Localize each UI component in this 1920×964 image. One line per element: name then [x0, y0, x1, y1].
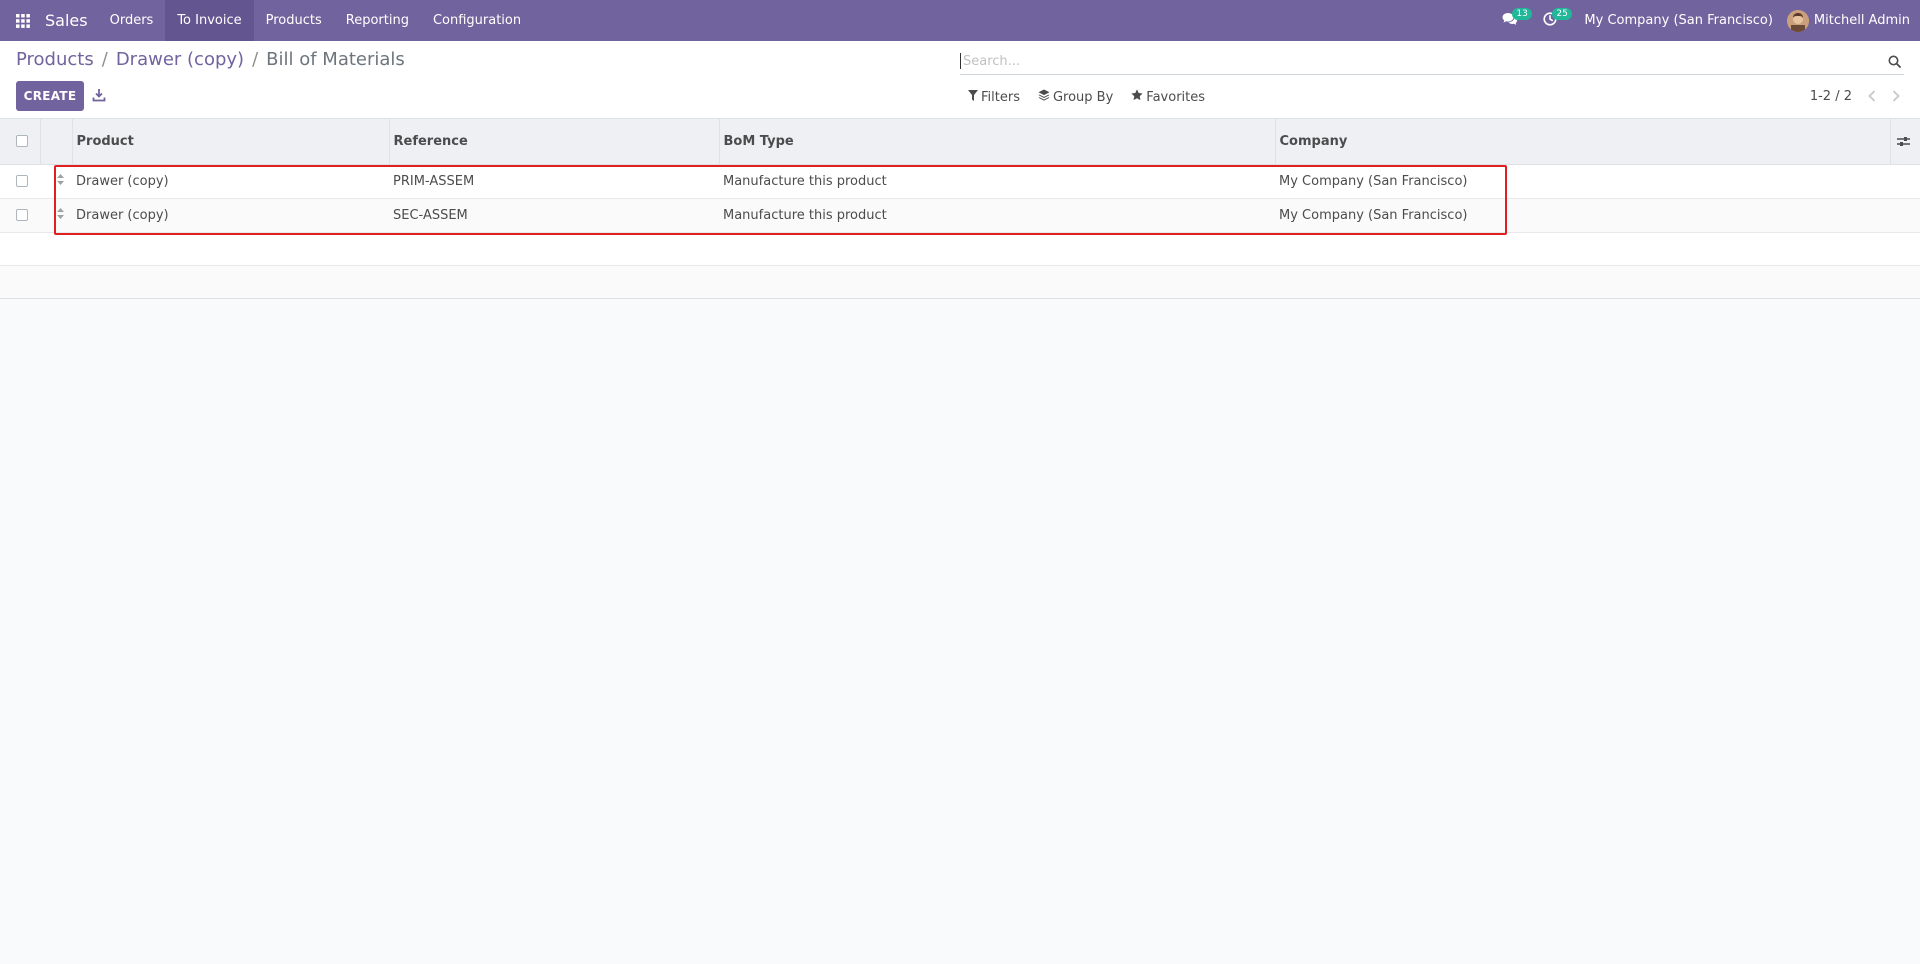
optional-columns-cell — [1890, 119, 1920, 165]
select-all-checkbox[interactable] — [16, 135, 28, 148]
table-row[interactable]: Drawer (copy) PRIM-ASSEM Manufacture thi… — [0, 164, 1920, 198]
top-navbar: Sales Orders To Invoice Products Reporti… — [0, 0, 1920, 41]
company-switcher[interactable]: My Company (San Francisco) — [1584, 13, 1772, 28]
row-end-cell — [1890, 198, 1920, 232]
bom-list-view: Product Reference BoM Type Company Drawe… — [0, 119, 1920, 299]
navbar-systray: 13 25 My Company (San Francisco) Mitchel… — [1490, 0, 1920, 41]
menu-products[interactable]: Products — [254, 0, 334, 41]
create-button[interactable]: CREATE — [16, 81, 84, 111]
breadcrumb-drawer-copy[interactable]: Drawer (copy) — [116, 49, 244, 70]
drag-handle-icon[interactable] — [57, 173, 64, 189]
control-panel: Products / Drawer (copy) / Bill of Mater… — [0, 41, 1920, 119]
pager-previous-icon[interactable] — [1864, 87, 1880, 105]
breadcrumb-products[interactable]: Products — [16, 49, 94, 70]
cell-reference[interactable]: PRIM-ASSEM — [389, 164, 719, 198]
pager-value[interactable]: 1-2 / 2 — [1810, 89, 1852, 104]
menu-to-invoice[interactable]: To Invoice — [165, 0, 254, 41]
layers-icon — [1038, 89, 1053, 105]
avatar — [1786, 9, 1809, 32]
cell-product[interactable]: Drawer (copy) — [72, 198, 389, 232]
column-header-reference[interactable]: Reference — [389, 119, 720, 165]
drag-handle-icon[interactable] — [57, 207, 64, 223]
sliders-icon[interactable] — [1895, 136, 1920, 147]
user-menu[interactable]: Mitchell Admin — [1786, 9, 1910, 32]
bom-table: Product Reference BoM Type Company Drawe… — [0, 119, 1920, 299]
filters-button[interactable]: Filters — [968, 89, 1020, 105]
search-bar — [960, 48, 1904, 75]
activities-button[interactable]: 25 — [1530, 0, 1572, 41]
apps-menu-icon[interactable] — [0, 0, 46, 41]
row-select-cell — [0, 198, 40, 232]
favorites-button[interactable]: Favorites — [1131, 89, 1205, 105]
search-options: Filters Group By Favorites — [968, 89, 1223, 105]
filter-icon — [968, 89, 981, 105]
messages-count-badge: 13 — [1512, 8, 1532, 20]
menu-configuration[interactable]: Configuration — [421, 0, 533, 41]
row-handle-cell — [40, 164, 72, 198]
favorites-label: Favorites — [1146, 89, 1206, 105]
breadcrumb-separator: / — [101, 49, 108, 70]
select-all-cell — [0, 119, 41, 165]
activities-count-badge: 25 — [1552, 8, 1572, 20]
column-header-bom-type[interactable]: BoM Type — [719, 119, 1276, 165]
row-checkbox[interactable] — [16, 175, 28, 187]
empty-row — [0, 265, 1920, 298]
star-icon — [1131, 89, 1146, 105]
search-input[interactable] — [960, 53, 1884, 69]
filters-label: Filters — [981, 89, 1020, 105]
breadcrumb-separator: / — [252, 49, 259, 70]
column-header-company[interactable]: Company — [1275, 119, 1891, 165]
cell-bom-type[interactable]: Manufacture this product — [719, 164, 1275, 198]
user-name: Mitchell Admin — [1813, 13, 1910, 28]
table-header: Product Reference BoM Type Company — [0, 119, 1920, 165]
menu-reporting[interactable]: Reporting — [334, 0, 421, 41]
cell-company[interactable]: My Company (San Francisco) — [1275, 198, 1890, 232]
app-brand[interactable]: Sales — [45, 11, 88, 30]
row-end-cell — [1890, 164, 1920, 198]
cell-company[interactable]: My Company (San Francisco) — [1275, 164, 1890, 198]
messages-button[interactable]: 13 — [1490, 0, 1532, 41]
column-header-product[interactable]: Product — [72, 119, 390, 165]
page-title: Bill of Materials — [266, 49, 405, 70]
download-icon[interactable] — [92, 87, 108, 103]
empty-row — [0, 232, 1920, 265]
row-select-cell — [0, 164, 40, 198]
table-row[interactable]: Drawer (copy) SEC-ASSEM Manufacture this… — [0, 198, 1920, 232]
search-icon[interactable] — [1884, 51, 1904, 71]
cell-bom-type[interactable]: Manufacture this product — [719, 198, 1275, 232]
breadcrumb: Products / Drawer (copy) / Bill of Mater… — [16, 49, 405, 70]
group-by-label: Group By — [1052, 89, 1114, 105]
cell-product[interactable]: Drawer (copy) — [72, 164, 389, 198]
pager-next-icon[interactable] — [1888, 87, 1904, 105]
cell-reference[interactable]: SEC-ASSEM — [389, 198, 719, 232]
list-divider — [0, 298, 1920, 299]
row-checkbox[interactable] — [16, 209, 28, 221]
handle-header — [40, 119, 73, 165]
row-handle-cell — [40, 198, 72, 232]
group-by-button[interactable]: Group By — [1038, 89, 1113, 105]
menu-orders[interactable]: Orders — [98, 0, 166, 41]
